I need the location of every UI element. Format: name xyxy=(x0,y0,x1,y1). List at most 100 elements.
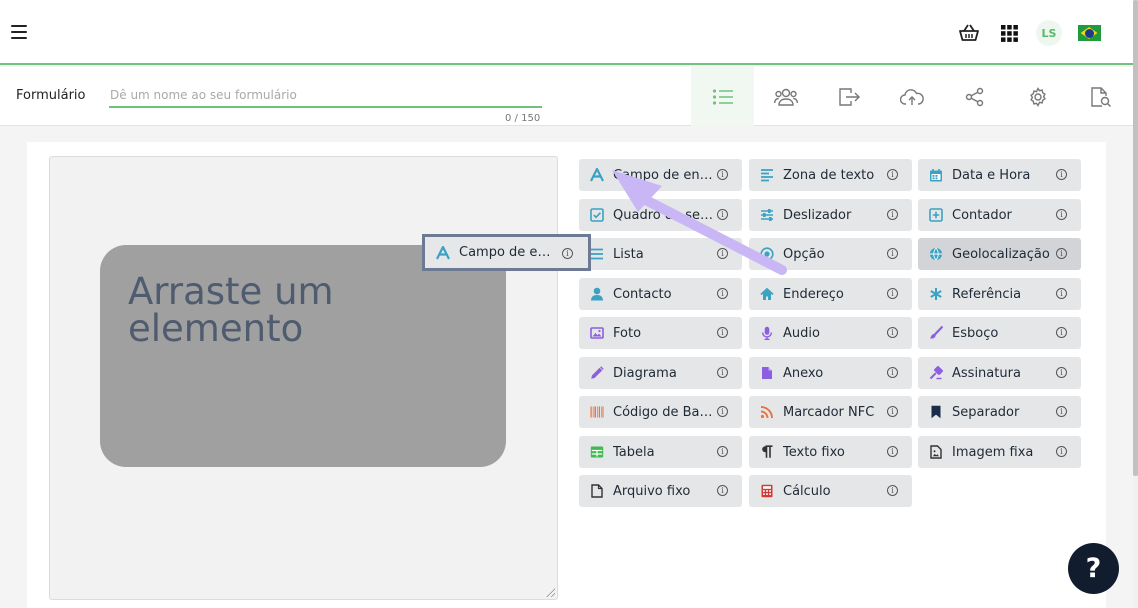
element-button[interactable]: Esboço i xyxy=(918,317,1081,349)
signature-icon xyxy=(929,366,943,380)
info-icon[interactable]: i xyxy=(1056,248,1067,259)
element-label: Geolocalização xyxy=(952,246,1050,262)
element-button[interactable]: Data e Hora i xyxy=(918,159,1081,191)
element-button[interactable]: Diagrama i xyxy=(579,357,742,389)
info-icon[interactable]: i xyxy=(887,327,898,338)
bookmark-icon xyxy=(929,405,943,419)
info-icon[interactable]: i xyxy=(887,169,898,180)
info-icon[interactable]: i xyxy=(887,367,898,378)
users-icon xyxy=(773,88,798,106)
element-button[interactable]: Anexo i xyxy=(749,357,912,389)
paragraph-icon xyxy=(760,445,774,459)
basket-icon[interactable] xyxy=(949,20,989,46)
element-button[interactable]: Cálculo i xyxy=(749,475,912,507)
user-avatar[interactable]: LS xyxy=(1029,20,1069,46)
form-name-input[interactable] xyxy=(109,84,542,108)
person-icon xyxy=(590,287,604,301)
info-icon[interactable]: i xyxy=(1056,367,1067,378)
element-button[interactable]: Arquivo fixo i xyxy=(579,475,742,507)
element-label: Esboço xyxy=(952,325,999,341)
element-button[interactable]: Separador i xyxy=(918,396,1081,428)
cloud-upload-icon xyxy=(899,88,924,105)
info-icon[interactable]: i xyxy=(1056,209,1067,220)
element-button[interactable]: Imagem fixa i xyxy=(918,436,1081,468)
element-label: Tabela xyxy=(613,444,655,460)
file-icon xyxy=(760,366,774,380)
info-icon[interactable]: i xyxy=(562,248,573,259)
info-icon[interactable]: i xyxy=(887,406,898,417)
brazil-flag-icon[interactable] xyxy=(1069,20,1109,46)
info-icon[interactable]: i xyxy=(1056,288,1067,299)
barcode-icon xyxy=(590,405,604,419)
blank-file-icon xyxy=(590,484,604,498)
image-icon xyxy=(590,326,604,340)
element-label: Imagem fixa xyxy=(952,444,1034,460)
info-icon[interactable]: i xyxy=(887,446,898,457)
info-icon[interactable]: i xyxy=(887,485,898,496)
info-icon[interactable]: i xyxy=(717,367,728,378)
info-icon[interactable]: i xyxy=(717,406,728,417)
page-scrollbar[interactable] xyxy=(1133,0,1138,608)
tab-users[interactable] xyxy=(754,67,817,126)
element-label: Código de Barr... xyxy=(613,404,713,420)
tab-preview[interactable] xyxy=(1069,67,1132,126)
element-button[interactable]: Código de Barr... i xyxy=(579,396,742,428)
element-button[interactable]: Endereço i xyxy=(749,278,912,310)
element-button[interactable]: Tabela i xyxy=(579,436,742,468)
info-icon[interactable]: i xyxy=(717,288,728,299)
element-button[interactable]: Contador i xyxy=(918,199,1081,231)
element-button[interactable]: Foto i xyxy=(579,317,742,349)
element-button[interactable]: Geolocalização i xyxy=(918,238,1081,270)
share-icon xyxy=(965,87,983,106)
tab-settings[interactable] xyxy=(1006,67,1069,126)
calculator-icon xyxy=(760,484,774,498)
top-navbar: LS xyxy=(0,0,1133,65)
tab-elements-list[interactable] xyxy=(691,67,754,126)
info-icon[interactable]: i xyxy=(887,248,898,259)
top-icons: LS xyxy=(949,20,1109,46)
preview-search-icon xyxy=(1090,86,1111,107)
hamburger-menu-icon[interactable] xyxy=(11,25,27,39)
info-icon[interactable]: i xyxy=(1056,406,1067,417)
info-icon[interactable]: i xyxy=(1056,327,1067,338)
info-icon[interactable]: i xyxy=(1056,446,1067,457)
element-label: Foto xyxy=(613,325,642,341)
element-button[interactable]: Áudio i xyxy=(749,317,912,349)
form-header-bar: Formulário 0 / 150 xyxy=(0,67,1133,126)
element-label: Endereço xyxy=(783,286,844,302)
plus-box-icon xyxy=(929,208,943,222)
form-tabs xyxy=(691,67,1132,126)
info-icon[interactable]: i xyxy=(887,209,898,220)
element-label: Contador xyxy=(952,207,1012,223)
info-icon[interactable]: i xyxy=(717,327,728,338)
element-label: Diagrama xyxy=(613,365,677,381)
drag-prompt-overlay: Arraste um elemento xyxy=(100,245,506,467)
info-icon[interactable]: i xyxy=(717,446,728,457)
form-label: Formulário xyxy=(16,88,86,103)
element-button[interactable]: Contacto i xyxy=(579,278,742,310)
element-button[interactable]: Assinatura i xyxy=(918,357,1081,389)
element-label: Marcador NFC xyxy=(783,404,875,420)
tab-share[interactable] xyxy=(943,67,1006,126)
apps-grid-icon[interactable] xyxy=(989,20,1029,46)
microphone-icon xyxy=(760,326,774,340)
info-icon[interactable]: i xyxy=(887,288,898,299)
element-label: Opção xyxy=(783,246,825,262)
dragging-element-label: Campo de entr... xyxy=(459,245,557,260)
element-button[interactable]: Marcador NFC i xyxy=(749,396,912,428)
dragging-element-ghost[interactable]: Campo de entr... i xyxy=(422,234,591,271)
scrollbar-thumb[interactable] xyxy=(1133,0,1138,476)
element-button[interactable]: Referência i xyxy=(918,278,1081,310)
element-label: Referência xyxy=(952,286,1022,302)
element-button[interactable]: Texto fixo i xyxy=(749,436,912,468)
drag-direction-arrow xyxy=(612,170,787,275)
element-label: Arquivo fixo xyxy=(613,483,691,499)
tab-cloud-upload[interactable] xyxy=(880,67,943,126)
info-icon[interactable]: i xyxy=(1056,169,1067,180)
element-label: Áudio xyxy=(783,325,820,341)
resize-handle[interactable] xyxy=(546,588,555,597)
help-button[interactable]: ? xyxy=(1068,543,1119,594)
settings-gear-icon xyxy=(1029,86,1046,107)
info-icon[interactable]: i xyxy=(717,485,728,496)
tab-export[interactable] xyxy=(817,67,880,126)
